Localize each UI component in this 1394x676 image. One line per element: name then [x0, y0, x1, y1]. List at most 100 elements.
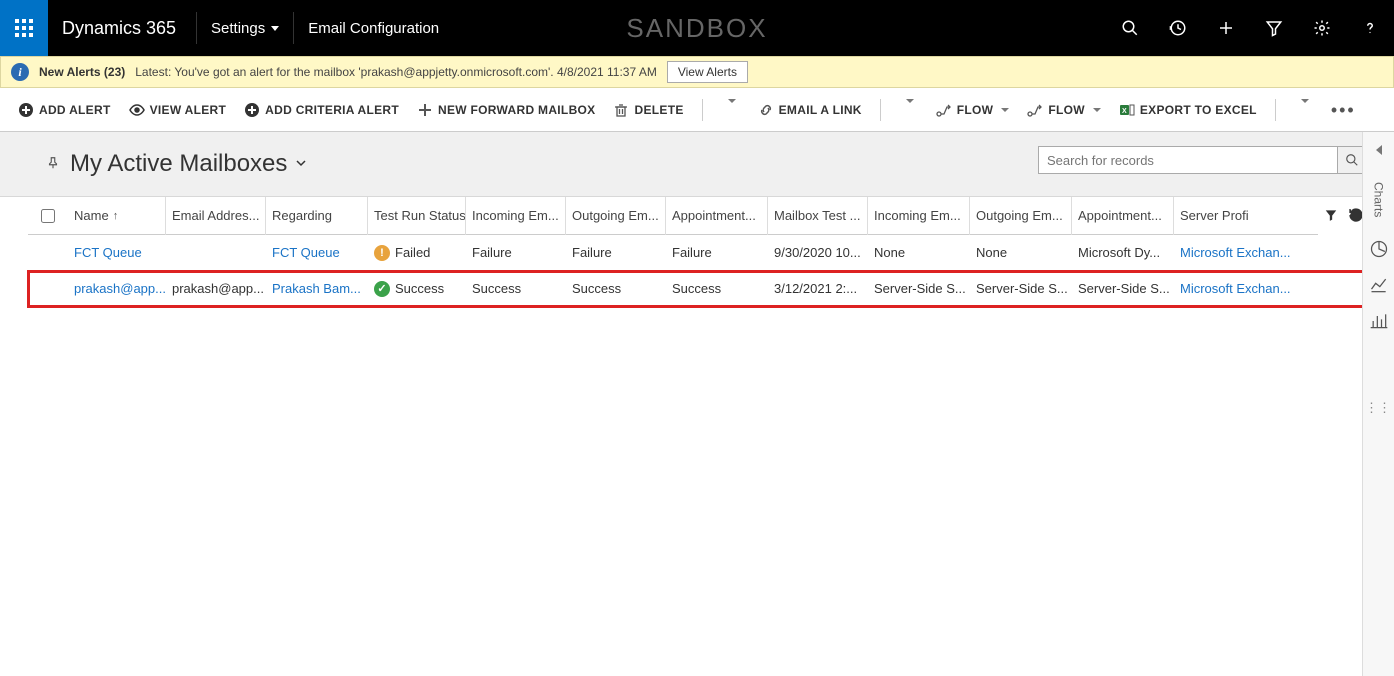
col-incoming-2[interactable]: Incoming Em... [868, 197, 970, 235]
cmd-export-excel[interactable]: X EXPORT TO EXCEL [1119, 102, 1257, 118]
alert-title: New Alerts (23) [39, 65, 125, 79]
cell-appointment: Failure [666, 245, 768, 260]
col-outgoing-2[interactable]: Outgoing Em... [970, 197, 1072, 235]
grid-header: Name↑ Email Addres... Regarding Test Run… [28, 197, 1366, 235]
pie-chart-icon[interactable] [1367, 237, 1391, 261]
view-title[interactable]: My Active Mailboxes [70, 150, 287, 178]
col-outgoing-email[interactable]: Outgoing Em... [566, 197, 666, 235]
plus-icon [417, 102, 433, 118]
bar-chart-icon[interactable] [1367, 309, 1391, 333]
cell-appointment2: Server-Side S... [1072, 281, 1174, 296]
cell-name[interactable]: prakash@app... [68, 281, 166, 296]
cell-appointment: Success [666, 281, 768, 296]
cmd-delete[interactable]: DELETE [613, 102, 683, 118]
col-incoming-label: Incoming Em... [472, 208, 559, 223]
cmd-export-excel-label: EXPORT TO EXCEL [1140, 103, 1257, 117]
separator [1275, 99, 1276, 121]
col-appointment[interactable]: Appointment... [666, 197, 768, 235]
cell-testrun: ✓ Success [368, 281, 466, 297]
cell-name[interactable]: FCT Queue [68, 245, 166, 260]
separator [702, 99, 703, 121]
cmd-add-criteria-alert[interactable]: ADD CRITERIA ALERT [244, 102, 399, 118]
cmd-email-link-dropdown[interactable] [899, 103, 918, 117]
cell-server[interactable]: Microsoft Exchan... [1174, 281, 1294, 296]
cmd-add-alert[interactable]: ADD ALERT [18, 102, 111, 118]
col-name[interactable]: Name↑ [68, 197, 166, 235]
check-icon: ✓ [374, 281, 390, 297]
filter-icon[interactable] [1324, 208, 1338, 225]
pin-icon[interactable] [46, 156, 60, 173]
cell-testrun: ! Failed [368, 245, 466, 261]
top-navbar: Dynamics 365 Settings Email Configuratio… [0, 0, 1394, 56]
col-testrun-label: Test Run Status [374, 208, 466, 223]
chevron-left-icon [1376, 145, 1382, 155]
cell-outgoing2: Server-Side S... [970, 281, 1072, 296]
cmd-flow2-label: FLOW [1048, 103, 1085, 117]
search-input[interactable] [1038, 146, 1338, 174]
command-bar: ADD ALERT VIEW ALERT ADD CRITERIA ALERT … [0, 88, 1394, 132]
view-alerts-button[interactable]: View Alerts [667, 61, 748, 83]
col-regarding[interactable]: Regarding [266, 197, 368, 235]
cmd-view-alert[interactable]: VIEW ALERT [129, 102, 227, 118]
nav-settings[interactable]: Settings [197, 0, 293, 56]
brand-title[interactable]: Dynamics 365 [48, 18, 196, 39]
grid-header-actions [1318, 197, 1364, 235]
col-server-profile[interactable]: Server Profi [1174, 197, 1294, 235]
expand-charts-button[interactable] [1367, 138, 1391, 162]
cell-incoming: Success [466, 281, 566, 296]
help-icon[interactable] [1346, 0, 1394, 56]
table-row[interactable]: FCT Queue FCT Queue ! Failed Failure Fai… [28, 235, 1366, 271]
alert-bar: i New Alerts (23) Latest: You've got an … [0, 56, 1394, 88]
area-chart-icon[interactable] [1367, 273, 1391, 297]
chevron-down-icon[interactable] [295, 157, 307, 172]
cell-testrun-text: Success [395, 281, 444, 296]
cmd-add-alert-label: ADD ALERT [39, 103, 111, 117]
cmd-delete-dropdown[interactable] [721, 103, 740, 117]
search-icon[interactable] [1106, 0, 1154, 56]
settings-gear-icon[interactable] [1298, 0, 1346, 56]
cmd-flow1-label: FLOW [957, 103, 994, 117]
cmd-email-a-link[interactable]: EMAIL A LINK [758, 102, 862, 118]
drag-handle-icon[interactable]: ⋮⋮ [1365, 400, 1391, 416]
col-outgoing2-label: Outgoing Em... [976, 208, 1063, 223]
cell-testrun-text: Failed [395, 245, 430, 260]
app-launcher-button[interactable] [0, 0, 48, 56]
info-icon: i [11, 63, 29, 81]
excel-icon: X [1119, 102, 1135, 118]
cmd-view-alert-label: VIEW ALERT [150, 103, 227, 117]
cmd-flow-1[interactable]: FLOW [936, 102, 1010, 118]
recent-icon[interactable] [1154, 0, 1202, 56]
cmd-email-link-label: EMAIL A LINK [779, 103, 862, 117]
table-row[interactable]: prakash@app... prakash@app... Prakash Ba… [28, 271, 1366, 307]
search-records [1038, 146, 1366, 174]
cmd-new-forward-mailbox[interactable]: NEW FORWARD MAILBOX [417, 102, 595, 118]
cell-incoming2: None [868, 245, 970, 260]
chevron-down-icon [906, 99, 914, 117]
trash-icon [613, 102, 629, 118]
col-mailbox-test[interactable]: Mailbox Test ... [768, 197, 868, 235]
sandbox-label: SANDBOX [626, 13, 767, 44]
col-appointment-2[interactable]: Appointment... [1072, 197, 1174, 235]
col-email[interactable]: Email Addres... [166, 197, 266, 235]
col-testrun[interactable]: Test Run Status [368, 197, 466, 235]
filter-icon[interactable] [1250, 0, 1298, 56]
cmd-flow-2[interactable]: FLOW [1027, 102, 1101, 118]
cell-server[interactable]: Microsoft Exchan... [1174, 245, 1294, 260]
col-outgoing-label: Outgoing Em... [572, 208, 659, 223]
select-all-checkbox[interactable] [28, 197, 68, 235]
cell-email: prakash@app... [166, 281, 266, 296]
charts-label[interactable]: Charts [1372, 182, 1386, 217]
cmd-export-dropdown[interactable] [1294, 103, 1313, 117]
chevron-down-icon [1301, 99, 1309, 117]
nav-email-config-label: Email Configuration [308, 20, 439, 37]
add-icon[interactable] [1202, 0, 1250, 56]
sort-arrow-up-icon: ↑ [113, 210, 119, 222]
cmd-more[interactable]: ••• [1331, 101, 1356, 119]
cell-regarding[interactable]: FCT Queue [266, 245, 368, 260]
alert-latest: Latest: You've got an alert for the mail… [135, 65, 657, 79]
nav-email-configuration[interactable]: Email Configuration [294, 0, 453, 56]
cell-regarding[interactable]: Prakash Bam... [266, 281, 368, 296]
warning-icon: ! [374, 245, 390, 261]
cmd-new-forward-label: NEW FORWARD MAILBOX [438, 103, 595, 117]
col-incoming-email[interactable]: Incoming Em... [466, 197, 566, 235]
